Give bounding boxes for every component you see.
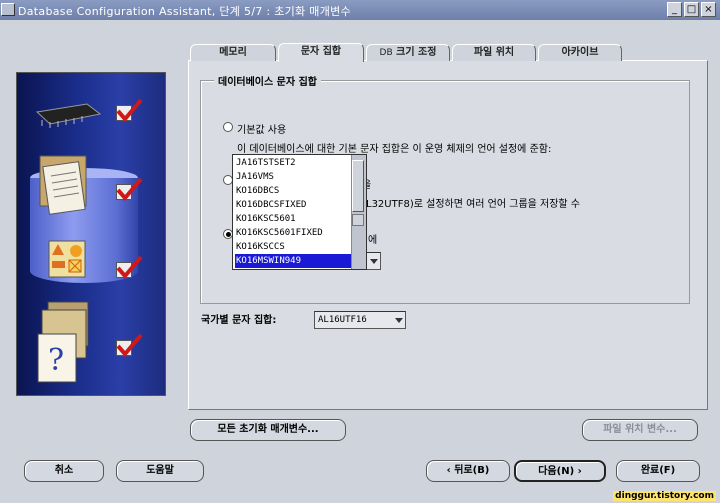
step-complete-check-icon bbox=[116, 177, 143, 202]
back-chevron-icon: ‹ bbox=[446, 465, 451, 476]
back-button[interactable]: ‹ 뒤로(B) bbox=[426, 460, 510, 482]
list-item[interactable]: KO16KSCCS bbox=[236, 240, 352, 254]
scroll-down-arrow-icon[interactable] bbox=[352, 214, 364, 226]
list-item[interactable]: KO16KSC5601FIXED bbox=[236, 226, 352, 240]
next-chevron-icon: › bbox=[577, 466, 582, 477]
svg-text:?: ? bbox=[48, 343, 64, 378]
next-label: 다음(N) bbox=[538, 466, 575, 477]
radio-use-default-label: 기본값 사용 bbox=[237, 125, 287, 136]
finish-button[interactable]: 완료(F) bbox=[616, 460, 700, 482]
shapes-icon bbox=[48, 240, 88, 283]
close-button[interactable]: × bbox=[701, 2, 716, 17]
group-title: 데이터베이스 문자 집합 bbox=[214, 73, 321, 88]
national-charset-label: 국가별 문자 집합: bbox=[201, 315, 277, 326]
title-bar: Database Configuration Assistant, 단계 5/7… bbox=[0, 0, 720, 20]
tab-file-locations[interactable]: 파일 위치 bbox=[452, 44, 536, 61]
charset-dropdown-list[interactable]: JA16TSTSET2 JA16VMS KO16DBCS KO16DBCSFIX… bbox=[232, 154, 367, 270]
radio-use-default[interactable] bbox=[223, 122, 233, 132]
help-button[interactable]: 도움말 bbox=[116, 460, 204, 482]
default-charset-description: 이 데이터베이스에 대한 기본 문자 집합은 이 운영 체제의 언어 설정에 준… bbox=[237, 144, 552, 155]
back-label: 뒤로(B) bbox=[454, 465, 490, 476]
chevron-down-icon bbox=[370, 259, 378, 264]
help-folder-icon: ? bbox=[34, 300, 100, 389]
memory-chip-icon bbox=[32, 100, 102, 133]
tab-character-set[interactable]: 문자 집합 bbox=[278, 43, 364, 62]
chevron-down-icon bbox=[395, 318, 403, 323]
maximize-button[interactable]: □ bbox=[684, 2, 699, 17]
list-item[interactable]: JA16VMS bbox=[236, 170, 352, 184]
next-button[interactable]: 다음(N) › bbox=[514, 460, 606, 482]
list-item-selected[interactable]: KO16MSWIN949 bbox=[235, 254, 353, 268]
unicode-description: L32UTF8)로 설정하면 여러 언어 그룹을 저장할 수 bbox=[366, 199, 581, 210]
step-complete-check-icon bbox=[116, 98, 143, 123]
window-title: Database Configuration Assistant, 단계 5/7… bbox=[18, 5, 351, 18]
list-item[interactable]: JA16TSTSET2 bbox=[236, 156, 352, 170]
national-charset-value: AL16UTF16 bbox=[318, 315, 367, 325]
tab-db-sizing[interactable]: DB 크기 조정 bbox=[366, 44, 450, 61]
choose-fragment-b: 에 bbox=[368, 235, 378, 246]
tab-db-sizing-label: 크기 조정 bbox=[396, 47, 437, 58]
scrollbar-thumb[interactable] bbox=[352, 160, 364, 212]
tab-memory[interactable]: 메모리 bbox=[190, 44, 276, 61]
cancel-button[interactable]: 취소 bbox=[24, 460, 104, 482]
list-item[interactable]: KO16DBCS bbox=[236, 184, 352, 198]
all-init-params-button[interactable]: 모든 초기화 매개변수... bbox=[190, 419, 346, 441]
folder-document-icon bbox=[36, 150, 96, 223]
watermark: dinggur.tistory.com bbox=[613, 491, 716, 501]
window-menu-icon[interactable] bbox=[1, 3, 15, 16]
step-complete-check-icon bbox=[116, 255, 143, 280]
tab-db-prefix: DB bbox=[379, 48, 393, 58]
list-item[interactable]: KO16DBCSFIXED bbox=[236, 198, 352, 212]
step-complete-check-icon bbox=[116, 333, 143, 358]
file-location-vars-button[interactable]: 파일 위치 변수... bbox=[582, 419, 698, 441]
list-item[interactable]: KO16KSC5601 bbox=[236, 212, 352, 226]
tab-archive[interactable]: 아카이브 bbox=[538, 44, 622, 61]
minimize-button[interactable]: _ bbox=[667, 2, 682, 17]
national-charset-combobox[interactable]: AL16UTF16 bbox=[314, 311, 406, 329]
